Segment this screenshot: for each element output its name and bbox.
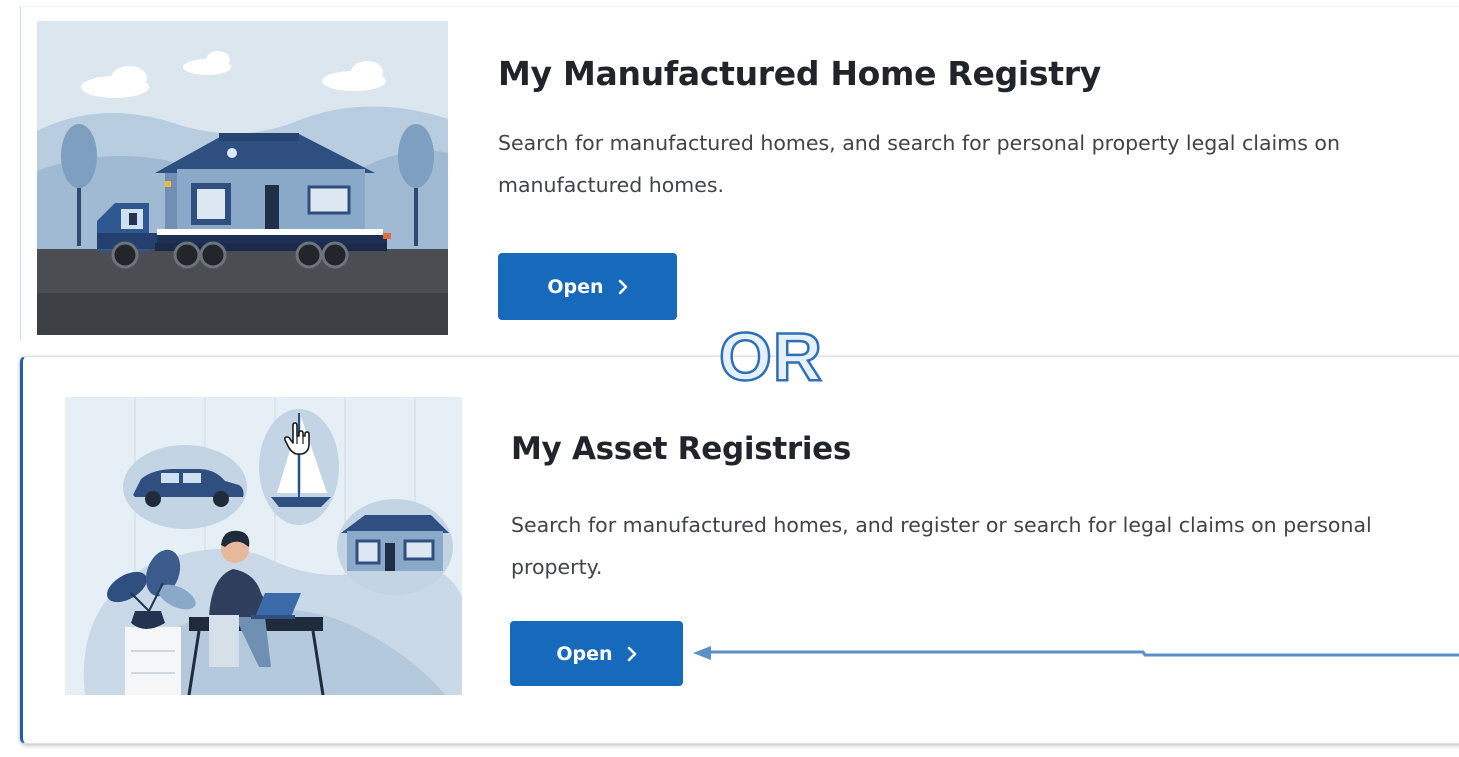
chevron-right-icon <box>618 279 628 295</box>
hand-pointer-cursor-icon <box>283 422 312 460</box>
asset-registries-card-description: Search for manufactured homes, and regis… <box>511 513 1372 579</box>
person-at-laptop-assets-illustration <box>65 397 462 695</box>
arrow-left-annotation-icon <box>693 640 1459 670</box>
manufactured-home-truck-illustration <box>37 21 448 335</box>
mhr-open-button[interactable]: Open <box>498 253 677 320</box>
asset-registries-open-button[interactable]: Open <box>510 621 683 686</box>
asset-registries-card-title: My Asset Registries <box>511 431 852 467</box>
asset-registries-open-button-label: Open <box>556 642 613 665</box>
mhr-card-description: Search for manufactured homes, and searc… <box>498 131 1340 197</box>
asset-registries-card: My Asset Registries Search for manufactu… <box>20 356 1459 744</box>
or-separator-annotation: OR <box>718 319 824 395</box>
chevron-right-icon <box>627 646 637 662</box>
registries-dashboard: My Manufactured Home Registry Search for… <box>0 0 1459 757</box>
mhr-open-button-label: Open <box>547 275 604 298</box>
mhr-card-title: My Manufactured Home Registry <box>498 54 1101 93</box>
